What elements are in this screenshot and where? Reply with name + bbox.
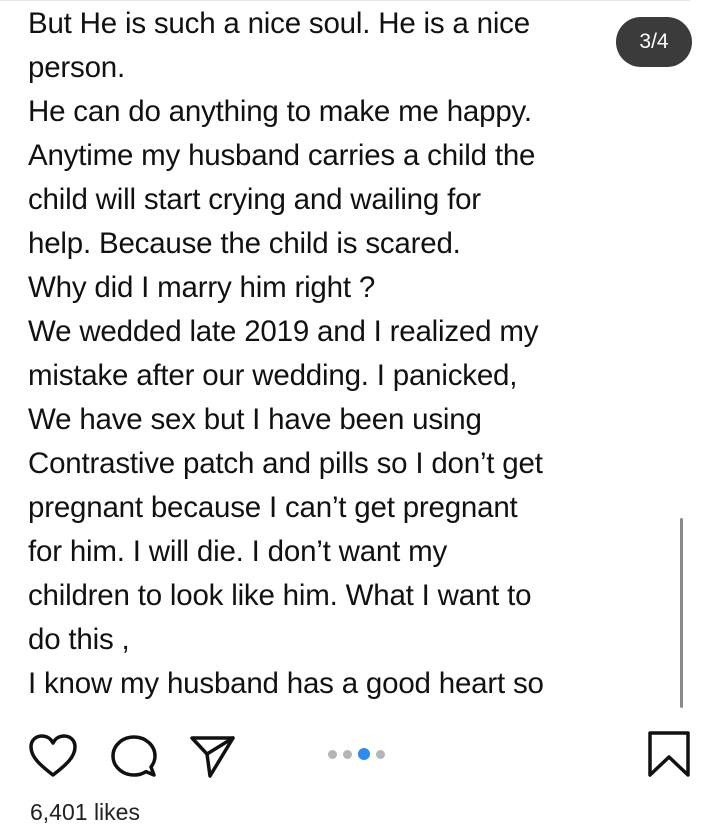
likes-count[interactable]: 6,401 likes xyxy=(30,799,140,826)
scrollbar[interactable] xyxy=(680,518,683,708)
text-line: He can do anything to make me happy. xyxy=(28,95,532,128)
comment-icon[interactable] xyxy=(110,733,158,781)
heart-icon[interactable] xyxy=(28,733,78,779)
text-line: Anytime my husband carries a child the xyxy=(28,139,536,172)
bookmark-icon[interactable] xyxy=(647,730,691,778)
text-line: for him. I will die. I don’t want my xyxy=(28,535,448,568)
text-line: children to look like him. What I want t… xyxy=(28,579,532,612)
text-line: do this , xyxy=(28,623,130,656)
text-line: Contrastive patch and pills so I don’t g… xyxy=(28,447,543,480)
text-line: We wedded late 2019 and I realized my xyxy=(28,315,539,348)
carousel-dot xyxy=(376,749,385,759)
text-line: mistake after our wedding. I panicked, xyxy=(28,359,518,392)
text-line: I know my husband has a good heart so xyxy=(28,667,544,700)
carousel-dot xyxy=(343,749,352,759)
text-line: help. Because the child is scared. xyxy=(28,227,461,260)
text-line: We have sex but I have been using xyxy=(28,403,482,436)
post-image-text: But He is such a nice soul. He is a nice… xyxy=(28,2,648,706)
text-line: But He is such a nice soul. He is a nice xyxy=(28,7,530,40)
text-line: Why did I marry him right ? xyxy=(28,271,376,304)
carousel-page-counter: 3/4 xyxy=(616,17,692,67)
text-line: pregnant because I can’t get pregnant xyxy=(28,491,518,524)
share-icon[interactable] xyxy=(188,733,236,779)
carousel-dot-active xyxy=(358,748,370,760)
carousel-dot xyxy=(328,749,337,759)
text-line: person. xyxy=(28,51,125,84)
text-line: child will start crying and wailing for xyxy=(28,183,481,216)
top-divider xyxy=(0,0,690,1)
carousel-dots xyxy=(328,747,385,761)
